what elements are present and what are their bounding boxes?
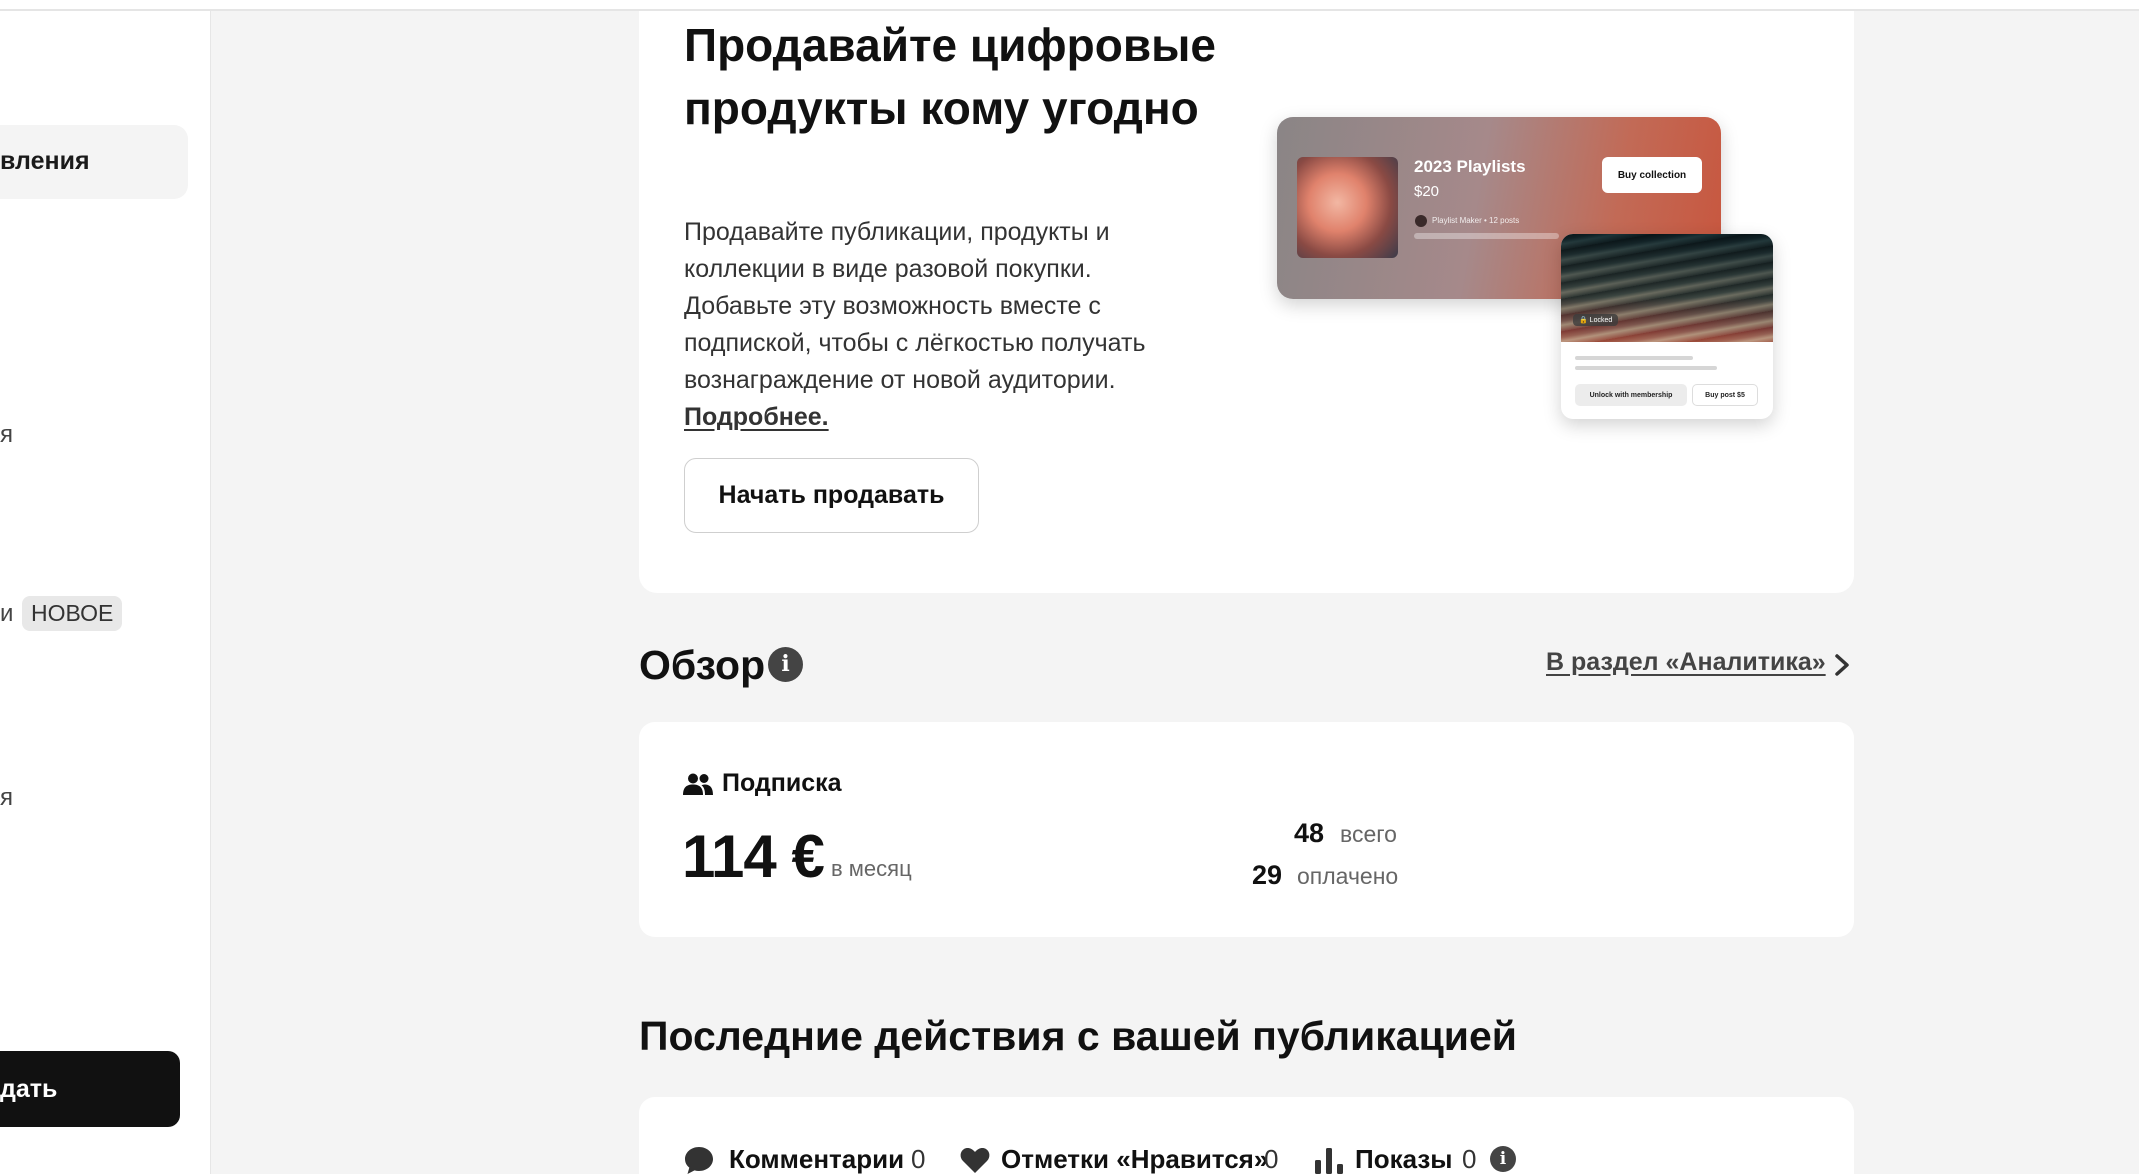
users-icon (683, 773, 713, 795)
clouds-thumbnail (1297, 157, 1398, 258)
analytics-link[interactable]: В раздел «Аналитика» (1546, 648, 1826, 677)
sidebar-item-active[interactable]: вления (0, 125, 188, 199)
info-icon[interactable]: i (1490, 1146, 1516, 1172)
top-border (0, 0, 2139, 11)
activity-card: Комментарии 0 Отметки «Нравится» 0 Показ… (639, 1097, 1854, 1174)
placeholder-line (1575, 356, 1693, 360)
activity-title: Последние действия с вашей публикацией (639, 1013, 1517, 1059)
paid-subscribers-value: 29 (1251, 860, 1282, 890)
paid-subscribers-label: оплачено (1297, 863, 1399, 889)
views-label: Показы (1355, 1144, 1453, 1174)
new-badge: НОВОЕ (22, 596, 123, 631)
bar-chart-icon (1315, 1148, 1343, 1174)
total-subscribers-value: 48 (1293, 818, 1324, 848)
learn-more-link[interactable]: Подробнее. (684, 403, 829, 431)
locked-post-illustration: 🔒 Locked Unlock with membership Buy post… (1561, 234, 1773, 419)
comments-count: 0 (911, 1144, 926, 1174)
views-count: 0 (1462, 1144, 1477, 1174)
promo-description: Продавайте публикации, продукты и коллек… (684, 214, 1164, 436)
subscription-stats-card: Подписка 114 € в месяц 48 всего 29 оплач… (639, 722, 1854, 937)
sidebar: вления я и НОВОЕ я дать (0, 11, 211, 1174)
playlist-price: $20 (1414, 183, 1440, 200)
playlist-meta: Playlist Maker • 12 posts (1432, 216, 1520, 225)
placeholder-line (1575, 366, 1717, 370)
sidebar-item-label: вления (0, 147, 90, 175)
buy-collection-illustration-button: Buy collection (1602, 157, 1702, 193)
total-subscribers-label: всего (1340, 821, 1397, 847)
sidebar-item-label-partial[interactable]: я (0, 421, 13, 449)
locked-label: Locked (1589, 317, 1613, 324)
buy-post-illustration-button: Buy post $5 (1692, 384, 1758, 406)
subscription-label: Подписка (722, 769, 842, 797)
heart-icon (960, 1148, 990, 1173)
playlist-progress-bar (1414, 233, 1559, 239)
locked-badge: 🔒 Locked (1573, 314, 1619, 326)
overview-title: Обзор (639, 642, 766, 688)
amount-unit: в месяц (831, 856, 912, 881)
sidebar-item-label-partial[interactable]: и (0, 600, 13, 628)
likes-count: 0 (1264, 1144, 1279, 1174)
chevron-right-icon[interactable] (1829, 650, 1855, 680)
likes-label: Отметки «Нравится» (1001, 1144, 1269, 1174)
comments-label: Комментарии (729, 1144, 905, 1174)
sidebar-item-label-partial[interactable]: я (0, 784, 13, 812)
unlock-membership-illustration-button: Unlock with membership (1575, 384, 1687, 406)
promo-text: Продавайте публикации, продукты и коллек… (684, 218, 1146, 394)
sidebar-create-button[interactable]: дать (0, 1051, 180, 1127)
sidebar-create-label: дать (0, 1075, 58, 1103)
info-icon[interactable]: i (768, 647, 803, 682)
author-avatar (1415, 215, 1427, 227)
promo-title: Продавайте цифровые продукты кому угодно (684, 19, 1217, 134)
sell-products-promo: Продавайте цифровые продукты кому угодно… (639, 0, 1854, 593)
monthly-amount: 114 € (682, 823, 825, 890)
start-selling-button[interactable]: Начать продавать (684, 458, 979, 533)
comment-icon (685, 1147, 713, 1174)
playlist-title: 2023 Playlists (1414, 157, 1526, 176)
